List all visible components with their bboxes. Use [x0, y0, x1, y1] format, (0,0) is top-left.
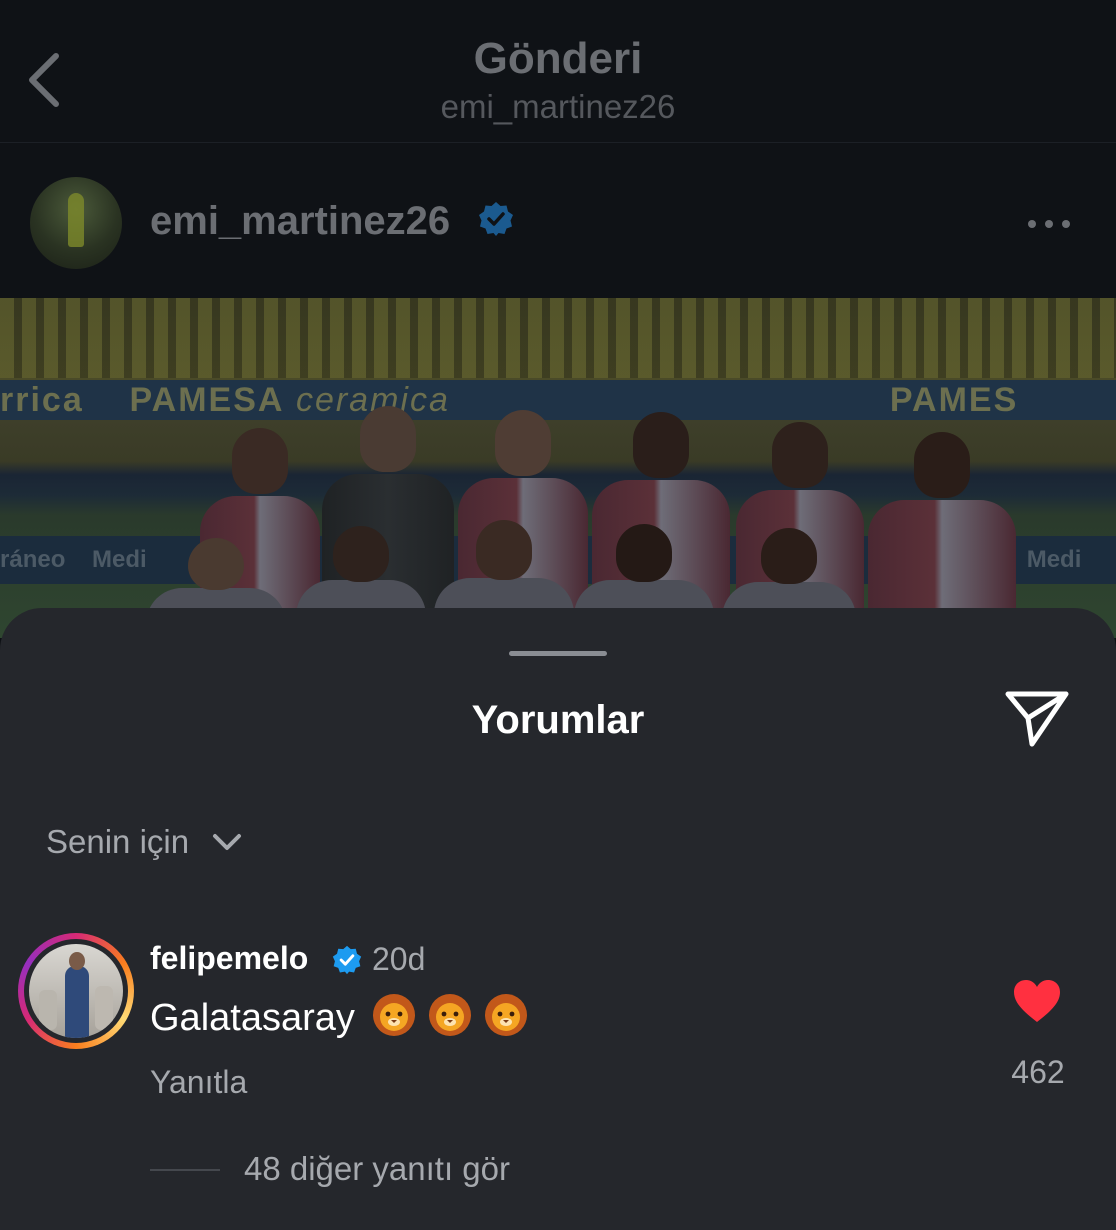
share-send-icon[interactable] — [1004, 688, 1070, 748]
post-author-username[interactable]: emi_martinez26 — [150, 199, 450, 244]
ad-text: Medi — [1026, 546, 1082, 573]
lion-face-icon — [484, 994, 527, 1036]
like-count: 462 — [1011, 1054, 1065, 1090]
heart-like-icon[interactable] — [1012, 978, 1062, 1024]
ad-text: PAMESA — [129, 381, 285, 419]
comment-filter-dropdown[interactable]: Senin için — [46, 820, 245, 864]
sheet-grabber-handle[interactable] — [509, 651, 607, 656]
lion-face-icon — [428, 994, 471, 1036]
page-title: Gönderi — [473, 34, 643, 83]
comments-title: Yorumlar — [471, 698, 645, 742]
more-options-icon[interactable] — [1028, 215, 1080, 229]
commenter-avatar[interactable] — [18, 933, 134, 1049]
ad-text: rrica — [0, 381, 84, 419]
ad-text: Medi — [92, 546, 147, 573]
chevron-down-icon — [213, 834, 242, 850]
post-author-avatar[interactable] — [30, 177, 122, 269]
ad-board-top: rrica PAMESA ceramica PAMES — [0, 380, 1116, 420]
ad-text: ráneo — [0, 546, 66, 573]
page-subtitle: emi_martinez26 — [440, 88, 676, 125]
comment-body: Galatasaray — [150, 992, 529, 1040]
reply-button[interactable]: Yanıtla — [150, 1064, 247, 1101]
comments-sheet: Yorumlar Senin için felipemelo 20d Galat… — [0, 608, 1116, 1230]
replies-divider — [150, 1169, 220, 1171]
post-header: emi_martinez26 — [0, 143, 1116, 298]
verified-badge-icon — [479, 202, 513, 236]
commenter-username[interactable]: felipemelo — [150, 940, 308, 977]
comment-timestamp: 20d — [372, 941, 426, 977]
top-navigation-bar: Gönderi emi_martinez26 — [0, 0, 1116, 143]
stadium-stands — [0, 298, 1116, 378]
view-replies-button[interactable]: 48 diğer yanıtı gör — [244, 1150, 510, 1188]
verified-badge-icon — [332, 945, 362, 975]
ad-text: PAMES — [889, 381, 1019, 419]
lion-face-icon — [372, 994, 415, 1036]
filter-label: Senin için — [46, 823, 190, 860]
post-photo: rrica PAMESA ceramica PAMES ráneo Medi Med… — [0, 298, 1116, 638]
comment-text: Galatasaray — [150, 997, 355, 1039]
emoji-group — [355, 994, 529, 1039]
avatar-figure — [68, 193, 84, 247]
